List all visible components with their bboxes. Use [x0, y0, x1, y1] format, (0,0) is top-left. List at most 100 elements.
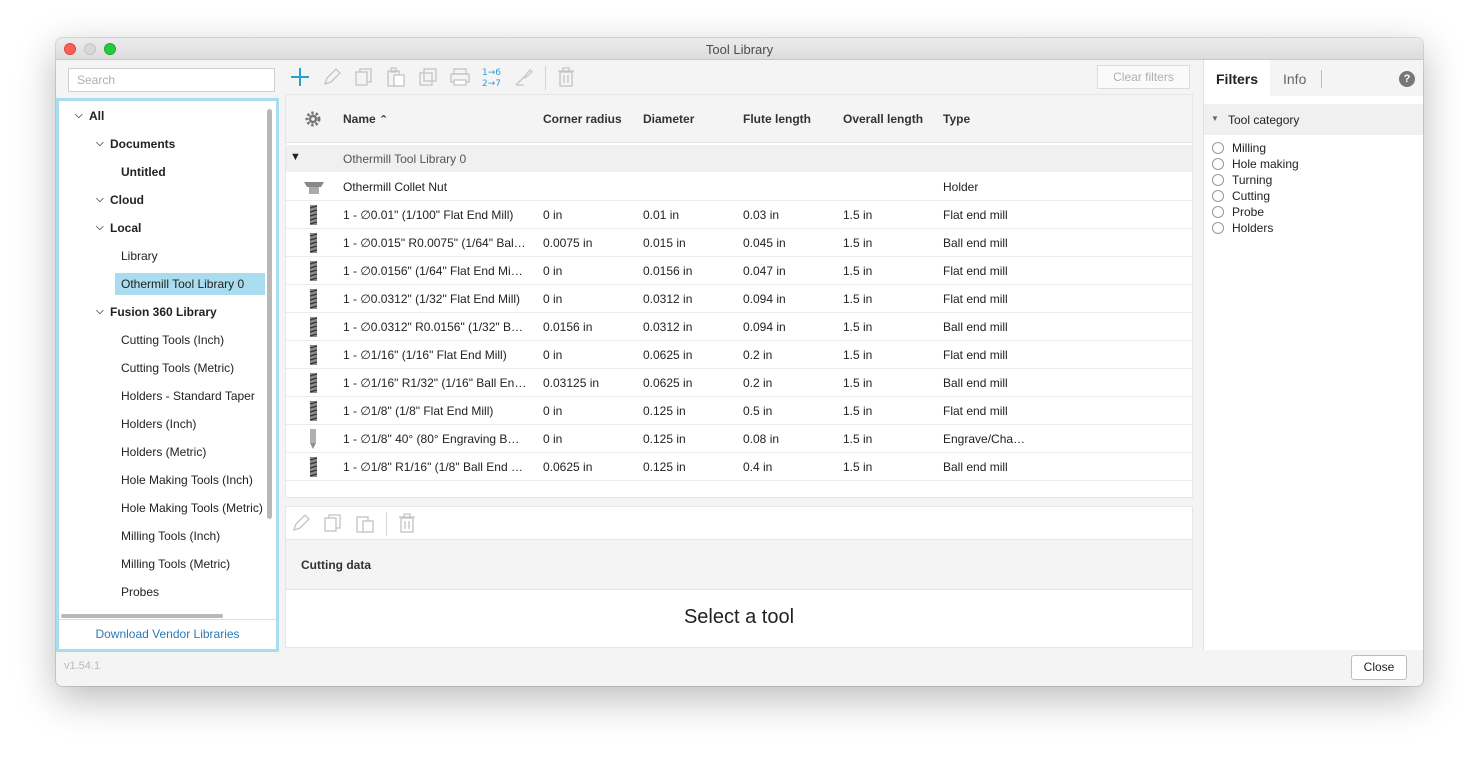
cell-corner: 0.0625 in: [543, 460, 593, 474]
copy-icon[interactable]: [322, 512, 344, 534]
tree-item-fusion-360-library[interactable]: ⌵ Fusion 360 Library: [96, 301, 217, 323]
version-label: v1.54.1: [64, 660, 101, 672]
tab-filters[interactable]: Filters: [1204, 60, 1271, 96]
tree-item-label: Cutting Tools (Metric): [121, 361, 235, 375]
table-row[interactable]: 1 - ∅1/16" R1/32" (1/16" Ball En… 0.03125…: [286, 369, 1192, 397]
tree-item-label: All: [89, 109, 105, 123]
download-vendor-libraries-link[interactable]: Download Vendor Libraries: [59, 619, 276, 649]
end-mill-icon: [309, 205, 318, 225]
tree-item-local[interactable]: ⌵ Local: [96, 217, 141, 239]
add-icon[interactable]: [289, 66, 311, 88]
tree-horizontal-scrollbar[interactable]: [61, 614, 223, 618]
collapse-triangle-icon[interactable]: ▼: [1211, 114, 1219, 123]
chevron-down-icon[interactable]: ⌵: [96, 217, 106, 239]
close-button[interactable]: Close: [1351, 655, 1407, 680]
tree-item-documents[interactable]: ⌵ Documents: [96, 133, 175, 155]
tree-item-cutting-metric[interactable]: Cutting Tools (Metric): [121, 357, 234, 379]
clear-filters-button[interactable]: Clear filters: [1097, 65, 1190, 89]
column-header-diameter[interactable]: Diameter: [643, 112, 694, 126]
column-header-overall-length[interactable]: Overall length: [843, 112, 923, 126]
cell-type: Ball end mill: [943, 236, 1008, 250]
duplicate-icon[interactable]: [417, 66, 439, 88]
radio-button[interactable]: [1212, 206, 1224, 218]
help-icon[interactable]: ?: [1399, 71, 1415, 87]
cell-type: Holder: [943, 180, 979, 194]
tree-item-hole-inch[interactable]: Hole Making Tools (Inch): [121, 469, 253, 491]
renumber-icon[interactable]: 1→6 2→7: [481, 66, 507, 88]
radio-button[interactable]: [1212, 158, 1224, 170]
copy-icon[interactable]: [353, 66, 375, 88]
column-header-name[interactable]: Name ⌃: [343, 112, 388, 126]
cell-overall: 1.5 in: [843, 320, 873, 334]
cell-flute: 0.03 in: [743, 208, 780, 222]
tab-info[interactable]: Info: [1271, 60, 1318, 96]
paste-icon[interactable]: [385, 66, 407, 88]
tree-item-all[interactable]: ⌵ All: [75, 105, 104, 127]
tree-item-cutting-inch[interactable]: Cutting Tools (Inch): [121, 329, 224, 351]
chevron-down-icon[interactable]: ⌵: [96, 189, 106, 211]
edit-icon[interactable]: [290, 512, 312, 534]
cell-corner: 0 in: [543, 432, 563, 446]
cell-flute: 0.5 in: [743, 404, 773, 418]
print-icon[interactable]: [449, 66, 471, 88]
column-header-type[interactable]: Type: [943, 112, 970, 126]
tree-vertical-scrollbar[interactable]: [267, 109, 272, 519]
end-mill-icon: [309, 261, 318, 281]
tree-item-holders-standard[interactable]: Holders - Standard Taper: [121, 385, 255, 407]
tree-item-milling-metric[interactable]: Milling Tools (Metric): [121, 553, 230, 575]
radio-button[interactable]: [1212, 190, 1224, 202]
paste-icon[interactable]: [354, 512, 376, 534]
column-header-corner-radius[interactable]: Corner radius: [543, 112, 622, 126]
table-row[interactable]: 1 - ∅1/8" (1/8" Flat End Mill) 0 in 0.125 …: [286, 397, 1192, 425]
tree-item-label: Documents: [110, 137, 176, 151]
table-row[interactable]: 1 - ∅1/8" R1/16" (1/8" Ball End … 0.0625 …: [286, 453, 1192, 481]
table-row[interactable]: 1 - ∅1/16" (1/16" Flat End Mill) 0 in 0.06…: [286, 341, 1192, 369]
tree-item-untitled[interactable]: Untitled: [121, 161, 166, 183]
table-row[interactable]: 1 - ∅0.01" (1/100" Flat End Mill) 0 in 0.0…: [286, 201, 1192, 229]
cell-flute: 0.2 in: [743, 376, 773, 390]
tree-item-hole-metric[interactable]: Hole Making Tools (Metric): [121, 497, 265, 519]
chevron-down-icon[interactable]: ⌵: [75, 105, 85, 127]
tree-item-library[interactable]: Library: [121, 245, 158, 267]
tree-item-label: Milling Tools (Metric): [121, 557, 231, 571]
table-row[interactable]: 1 - ∅0.0312" (1/32" Flat End Mill) 0 in 0.…: [286, 285, 1192, 313]
window-title: Tool Library: [705, 42, 774, 57]
filters-panel: Filters Info ? ▼ Tool category Milling H…: [1203, 60, 1423, 650]
column-header-flute-length[interactable]: Flute length: [743, 112, 811, 126]
collapse-triangle-icon[interactable]: ▼: [290, 151, 301, 163]
tree-item-milling-inch[interactable]: Milling Tools (Inch): [121, 525, 220, 547]
chevron-down-icon[interactable]: ⌵: [96, 301, 106, 323]
table-row[interactable]: Othermill Collet Nut Holder: [286, 173, 1192, 201]
table-group-row[interactable]: ▼ Othermill Tool Library 0: [286, 145, 1192, 172]
tree-item-label: Holders (Metric): [121, 445, 207, 459]
cell-overall: 1.5 in: [843, 348, 873, 362]
delete-icon[interactable]: [396, 512, 418, 534]
tree-item-holders-metric[interactable]: Holders (Metric): [121, 441, 206, 463]
edit-icon[interactable]: [321, 66, 343, 88]
chevron-down-icon[interactable]: ⌵: [96, 133, 106, 155]
tool-category-header[interactable]: ▼ Tool category: [1204, 104, 1423, 135]
tree-item-othermill[interactable]: Othermill Tool Library 0: [115, 273, 265, 295]
table-row[interactable]: 1 - ∅0.015" R0.0075" (1/64" Bal… 0.0075 i…: [286, 229, 1192, 257]
engraving-tool-icon: [310, 429, 316, 449]
cell-name: 1 - ∅1/16" (1/16" Flat End Mill): [343, 348, 507, 362]
table-row[interactable]: 1 - ∅1/8" 40° (80° Engraving B… 0 in 0.125…: [286, 425, 1192, 453]
tree-item-probes[interactable]: Probes: [121, 581, 159, 603]
radio-button[interactable]: [1212, 222, 1224, 234]
radio-button[interactable]: [1212, 174, 1224, 186]
cell-diameter: 0.125 in: [643, 404, 686, 418]
tree-item-holders-inch[interactable]: Holders (Inch): [121, 413, 196, 435]
table-row[interactable]: 1 - ∅0.0312" R0.0156" (1/32" B… 0.0156 in…: [286, 313, 1192, 341]
collet-nut-icon: [304, 182, 324, 194]
gear-icon[interactable]: [304, 110, 322, 128]
filter-option-label: Milling: [1232, 141, 1267, 155]
cell-name: 1 - ∅0.0312" R0.0156" (1/32" B…: [343, 320, 523, 334]
table-row[interactable]: 1 - ∅0.0156" (1/64" Flat End Mi… 0 in 0.01…: [286, 257, 1192, 285]
search-input[interactable]: [68, 68, 275, 92]
tool-edit-icon[interactable]: [513, 66, 535, 88]
tree-item-cloud[interactable]: ⌵ Cloud: [96, 189, 144, 211]
tab-separator: [1321, 70, 1322, 88]
radio-button[interactable]: [1212, 142, 1224, 154]
delete-icon[interactable]: [555, 66, 577, 88]
tree-item-label: Othermill Tool Library 0: [121, 277, 245, 291]
